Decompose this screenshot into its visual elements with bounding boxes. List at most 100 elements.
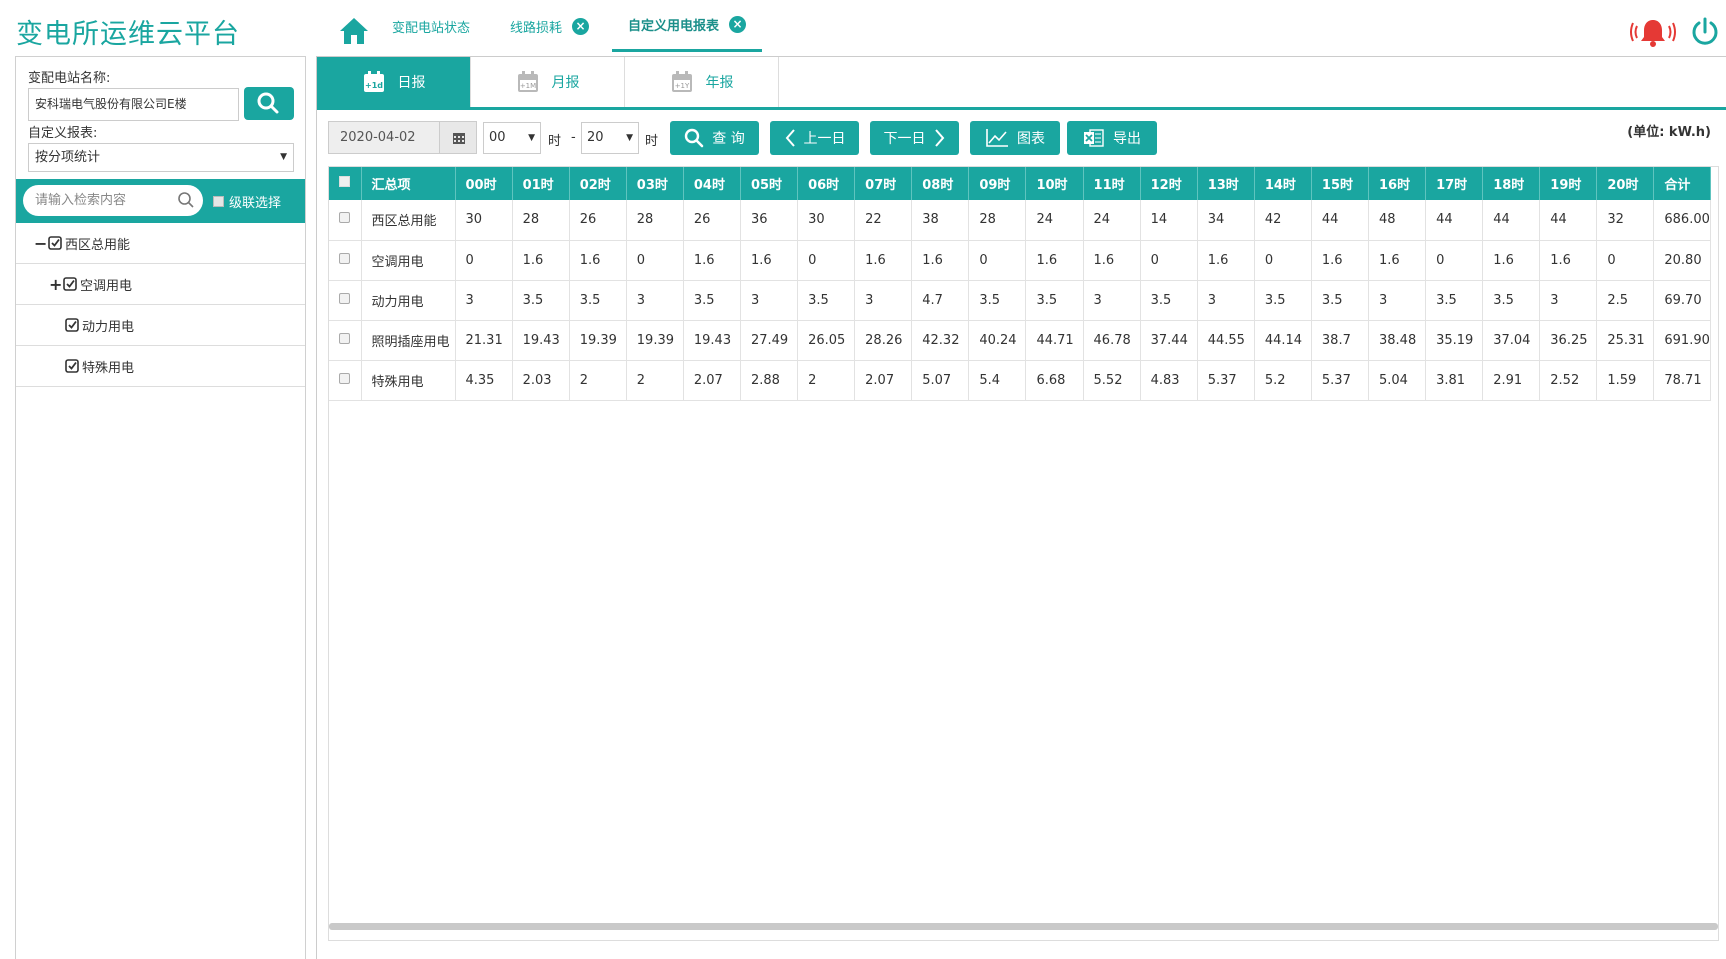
table-cell: 3: [455, 280, 513, 321]
collapse-icon[interactable]: −: [34, 234, 48, 253]
table-cell: 24: [1025, 200, 1084, 241]
table-cell: 38.7: [1311, 320, 1370, 361]
power-icon[interactable]: [1690, 16, 1720, 48]
chart-button[interactable]: 图表: [970, 121, 1060, 155]
table-cell: 21.31: [455, 320, 513, 361]
row-checkbox[interactable]: [329, 200, 362, 241]
table-cell: 1.6: [569, 240, 627, 281]
table-cell: 27.49: [740, 320, 799, 361]
checked-icon[interactable]: [48, 236, 62, 250]
tree-item-label: 空调用电: [80, 278, 133, 294]
table-cell: 34: [1197, 200, 1255, 241]
table-cell: 38.48: [1368, 320, 1427, 361]
table-cell: 36: [740, 200, 799, 241]
table-cell: 19.43: [512, 320, 570, 361]
hour-from-select[interactable]: 00 ▼: [483, 122, 541, 154]
tab-monthly[interactable]: +1M 月报: [471, 57, 625, 107]
chevron-left-icon: [785, 129, 795, 147]
row-checkbox[interactable]: [329, 240, 362, 281]
table-cell: 44.71: [1025, 320, 1084, 361]
report-select-value: 按分项统计: [35, 150, 101, 165]
tree-item-special[interactable]: 特殊用电: [16, 346, 305, 387]
calendar-year-icon: +1Y: [671, 71, 692, 92]
station-name-field[interactable]: 安科瑞电气股份有限公司E楼: [28, 88, 239, 121]
sidebar: 变配电站名称: 安科瑞电气股份有限公司E楼 自定义报表: 按分项统计 ▼ 请输入…: [15, 56, 306, 959]
select-all-checkbox[interactable]: [329, 167, 362, 200]
checked-icon[interactable]: [65, 359, 79, 373]
table-cell: 1.6: [1025, 240, 1084, 281]
cascade-select-checkbox[interactable]: 级联选择: [213, 192, 281, 211]
toolbar: 2020-04-02 00 ▼ 时 - 20 ▼ 时 查 询 上一日 下一日 图…: [317, 119, 1726, 159]
horizontal-scrollbar[interactable]: [329, 923, 1718, 930]
table-cell: 26.05: [797, 320, 856, 361]
station-search-button[interactable]: [244, 87, 294, 120]
table-row[interactable]: 西区总用能 30 28 26 28 26 36 30 22 38 28 24 24 14 34 42 44 48 4…: [329, 200, 1711, 241]
close-icon[interactable]: ×: [572, 17, 590, 35]
table-cell: 4.83: [1140, 360, 1198, 401]
table-row[interactable]: 照明插座用电 21.31 19.43 19.39 19.39 19.43 27.49 26.0…: [329, 320, 1711, 361]
table-cell: 4.7: [911, 280, 970, 321]
checked-icon[interactable]: [63, 277, 77, 291]
alarm-bell-icon[interactable]: [1628, 16, 1678, 48]
tree-item-label: 西区总用能: [65, 237, 131, 253]
table-cell: 20.80: [1653, 240, 1711, 281]
tree-item-power[interactable]: 动力用电: [16, 305, 305, 346]
checkbox-icon: [339, 332, 351, 344]
table-cell: 38: [911, 200, 970, 241]
hour-unit-label: 时: [645, 134, 659, 149]
column-header: 09时: [968, 167, 1027, 200]
unit-label: (单位: kW.h): [1627, 125, 1711, 140]
tree-search-input[interactable]: 请输入检索内容: [23, 185, 203, 216]
checked-icon[interactable]: [65, 318, 79, 332]
table-row[interactable]: 空调用电 0 1.6 1.6 0 1.6 1.6 0 1.6 1.6 0 1.6 1.6 0 1.6 0 1.6…: [329, 240, 1711, 281]
column-header: 07时: [854, 167, 913, 200]
close-icon[interactable]: ×: [729, 16, 747, 33]
expand-icon[interactable]: +: [49, 275, 63, 294]
row-checkbox[interactable]: [329, 320, 362, 361]
column-header-summary: 汇总项: [361, 167, 456, 200]
table-row[interactable]: 特殊用电 4.35 2.03 2 2 2.07 2.88 2 2.07 5.07 5.4 6.68 5.…: [329, 360, 1711, 401]
excel-icon: [1084, 129, 1104, 147]
table-cell: 1.6: [740, 240, 799, 281]
table-cell: 28: [512, 200, 570, 241]
search-icon: [685, 128, 704, 148]
hour-to-select[interactable]: 20 ▼: [581, 122, 639, 154]
table-cell: 2: [797, 360, 856, 401]
calendar-icon[interactable]: [440, 121, 477, 154]
tab-substation-status[interactable]: 变配电站状态: [392, 0, 470, 52]
table-cell: 44: [1539, 200, 1598, 241]
tab-line-loss[interactable]: 线路损耗 ×: [510, 0, 590, 52]
table-cell: 3: [740, 280, 799, 321]
caret-down-icon: ▼: [280, 152, 287, 162]
tree-item-ac[interactable]: + 空调用电: [16, 264, 305, 305]
tab-custom-report[interactable]: 自定义用电报表 ×: [612, 0, 763, 52]
next-day-button[interactable]: 下一日: [870, 121, 959, 155]
table-cell: 26: [569, 200, 627, 241]
search-icon[interactable]: [177, 191, 195, 209]
tab-yearly[interactable]: +1Y 年报: [625, 57, 779, 107]
report-select[interactable]: 按分项统计 ▼: [28, 143, 294, 172]
row-checkbox[interactable]: [329, 360, 362, 401]
table-header-row: 汇总项 00时 01时 02时 03时 04时 05时 06时 07时 08时 09时 10时 11时 1…: [329, 167, 1711, 200]
tree-item-west-total[interactable]: − 西区总用能: [16, 223, 305, 264]
tab-label: 线路损耗: [510, 20, 563, 36]
column-header: 13时: [1197, 167, 1255, 200]
tab-daily[interactable]: +1d 日报: [317, 57, 471, 107]
column-header: 04时: [683, 167, 741, 200]
table-row[interactable]: 动力用电 3 3.5 3.5 3 3.5 3 3.5 3 4.7 3.5 3.5 3 3.5 3 3.5 3.5…: [329, 280, 1711, 321]
svg-text:+1M: +1M: [519, 82, 535, 90]
query-button[interactable]: 查 询: [670, 121, 759, 155]
prev-day-button[interactable]: 上一日: [770, 121, 859, 155]
hour-to-value: 20: [587, 130, 604, 145]
date-field[interactable]: 2020-04-02: [328, 121, 440, 154]
checkbox-icon: [213, 196, 224, 207]
range-dash: -: [571, 130, 576, 145]
table-cell: 2: [626, 360, 684, 401]
table-cell: 0: [1425, 240, 1484, 281]
column-header: 08时: [911, 167, 970, 200]
row-checkbox[interactable]: [329, 280, 362, 321]
caret-down-icon: ▼: [626, 133, 633, 143]
home-icon[interactable]: [338, 16, 370, 46]
export-button[interactable]: 导出: [1067, 121, 1157, 155]
table-cell: 5.2: [1254, 360, 1312, 401]
